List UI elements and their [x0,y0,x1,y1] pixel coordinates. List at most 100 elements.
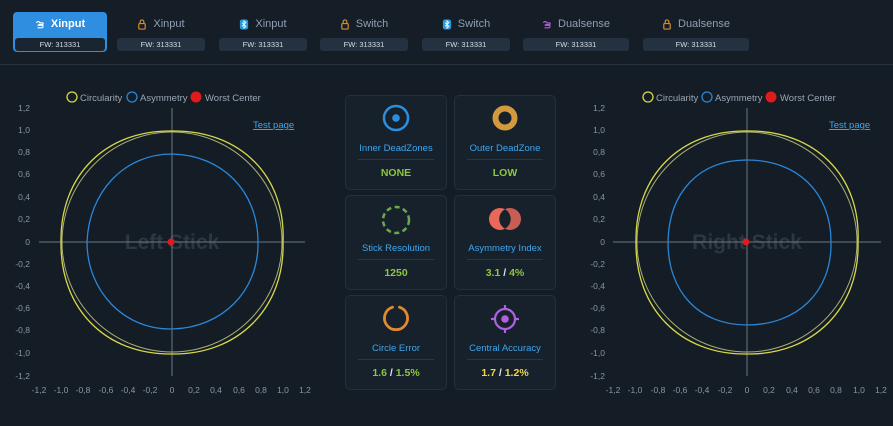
metric-label: Central Accuracy [469,343,541,354]
controller-tab-switch-1[interactable]: Switch FW: 313331 [318,12,410,52]
padlock-icon [663,18,671,30]
open-ring-icon [383,305,409,332]
controller-tabs-bar: Xinput FW: 313331 Xinput FW: 313331 Xinp… [0,0,893,65]
metric-divider [467,259,543,260]
y-tick-label: 0,2 [593,214,605,224]
x-tick-label: -0,6 [673,385,688,395]
y-tick-label: -0,6 [590,303,605,313]
firmware-badge: FW: 313331 [523,38,629,51]
y-tick-label: 0 [25,237,30,247]
padlock-icon [340,18,349,30]
x-tick-label: -1,0 [628,385,643,395]
controller-tab-xinput-3[interactable]: Xinput FW: 313331 [217,12,309,52]
controller-tab-xinput-2[interactable]: Xinput FW: 313331 [115,12,207,52]
controller-tab-switch-2[interactable]: Switch FW: 313331 [420,12,512,52]
y-tick-label: 0 [600,237,605,247]
metric-value: 1.7 / 1.2% [481,367,529,379]
worst-center-legend-marker [190,91,202,103]
inner-deadzone-icon [382,104,410,132]
metric-label: Inner DeadZones [359,143,433,154]
metric-card-circle-error: Circle Error 1.6 / 1.5% [345,295,447,390]
metric-value: 3.1 / 4% [485,267,525,279]
y-tick-label: 0,4 [18,192,30,202]
outer-deadzone-icon [492,105,518,131]
firmware-badge: FW: 313331 [117,38,205,51]
analysis-area: Circularity Asymmetry Worst Center Test … [0,66,893,426]
metric-value: 1.6 / 1.5% [372,367,420,379]
controller-tab-xinput-1[interactable]: Xinput FW: 313331 [13,12,107,52]
x-tick-label: -0,4 [121,385,136,395]
x-tick-label: -0,8 [651,385,666,395]
x-tick-label: 0,6 [233,385,245,395]
metric-label: Stick Resolution [361,243,431,254]
asymmetry-legend-label: Asymmetry [140,93,188,104]
controller-tab-dualsense-2[interactable]: Dualsense FW: 313331 [641,12,751,52]
y-tick-label: -1,2 [15,371,30,381]
metric-value: NONE [380,167,412,179]
y-tick-label: 1,2 [593,103,605,113]
overlap-circles-icon [489,208,521,230]
controller-tab-label: Dualsense [558,18,610,30]
controller-tab-label: Xinput [153,18,185,30]
asymmetry-legend-marker [126,91,138,103]
metric-card-inner-deadzones: Inner DeadZones NONE [345,95,447,190]
test-page-link[interactable]: Test page [253,120,294,131]
y-tick-label: 0,2 [18,214,30,224]
x-tick-label: 0,6 [808,385,820,395]
worst-center-marker [167,238,175,246]
dashed-circle-icon [381,205,411,235]
firmware-badge: FW: 313331 [422,38,510,51]
plot-legend: Circularity Asymmetry Worst Center [66,91,261,104]
metric-label: Asymmetry Index [468,243,542,254]
controller-tab-label: Xinput [50,18,86,30]
controller-tab-label: Xinput [255,18,287,30]
metric-divider [467,359,543,360]
y-tick-label: 0,4 [593,192,605,202]
y-tick-label: -0,4 [590,281,605,291]
metric-card-stick-resolution: Stick Resolution 1250 [345,195,447,290]
circularity-legend-label: Circularity [656,93,698,104]
target-icon [491,305,519,333]
x-tick-label: 0,4 [786,385,798,395]
controller-tab-label: Dualsense [678,18,730,30]
metric-label: Outer DeadZone [469,143,541,154]
x-tick-label: -1,2 [32,385,47,395]
metric-divider [358,259,434,260]
controller-gamepad-icon [543,20,551,28]
y-tick-label: 0,8 [593,147,605,157]
metric-divider [358,359,434,360]
metric-card-asymmetry-index: Asymmetry Index 3.1 / 4% [454,195,556,290]
y-tick-label: 0,8 [18,147,30,157]
metric-card-central-accuracy: Central Accuracy 1.7 / 1.2% [454,295,556,390]
x-tick-label: 0 [745,385,750,395]
x-tick-label: -1,2 [606,385,621,395]
right-stick-plot: Circularity Asymmetry Worst Center Test … [590,91,887,395]
metric-label: Circle Error [371,343,421,354]
x-tick-label: 0,4 [210,385,222,395]
worst-center-legend-label: Worst Center [205,93,261,104]
y-tick-label: -0,8 [15,325,30,335]
metric-value: 1250 [384,267,408,279]
x-tick-label: 1,0 [277,385,289,395]
x-tick-label: -0,2 [143,385,158,395]
firmware-badge: FW: 313331 [219,38,307,51]
x-tick-label: 0,2 [188,385,200,395]
x-tick-label: 0 [170,385,175,395]
plot-legend: Circularity Asymmetry Worst Center [642,91,836,104]
firmware-badge: FW: 313331 [643,38,749,51]
y-tick-label: 0,6 [593,169,605,179]
bluetooth-icon [442,18,451,30]
test-page-link[interactable]: Test page [829,120,870,131]
circularity-legend-label: Circularity [80,93,122,104]
x-tick-label: 1,2 [875,385,887,395]
x-tick-label: -0,6 [99,385,114,395]
metric-divider [358,159,434,160]
y-tick-label: 1,0 [18,125,30,135]
y-tick-label: 1,0 [593,125,605,135]
controller-tab-label: Switch [457,18,491,30]
x-tick-label: -0,2 [718,385,733,395]
bluetooth-icon [240,18,249,30]
x-tick-label: 1,0 [853,385,865,395]
left-stick-plot: Circularity Asymmetry Worst Center Test … [15,91,311,395]
controller-tab-dualsense-1[interactable]: Dualsense FW: 313331 [521,12,631,52]
